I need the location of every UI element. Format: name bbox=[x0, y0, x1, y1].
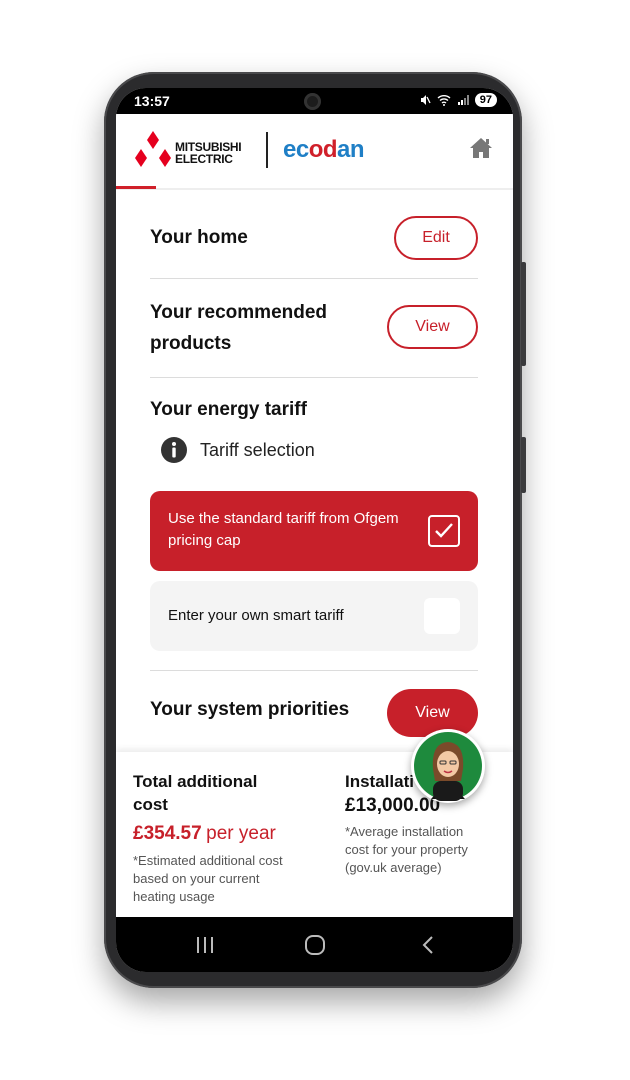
app-header: MITSUBISHI ELECTRIC ecodan bbox=[116, 114, 513, 190]
view-priorities-button[interactable]: View bbox=[387, 689, 478, 737]
products-title-line-1: Your recommended bbox=[150, 302, 328, 323]
smart-tariff-checkbox[interactable] bbox=[424, 598, 460, 634]
smart-tariff-label: Enter your own smart tariff bbox=[168, 607, 344, 624]
tariff-section-title: Your energy tariff bbox=[150, 399, 307, 420]
home-section-title: Your home bbox=[150, 227, 248, 248]
additional-cost-title-line-1: Total additional bbox=[133, 772, 258, 791]
installation-note-line-1: *Average installation bbox=[345, 824, 464, 839]
installation-note-line-3: (gov.uk average) bbox=[345, 860, 442, 875]
products-title-line-2: products bbox=[150, 333, 232, 354]
home-nav-icon[interactable] bbox=[304, 934, 326, 956]
view-products-button[interactable]: View bbox=[387, 305, 478, 349]
status-icons: 97 bbox=[419, 93, 497, 107]
additional-cost-price: £354.57 bbox=[133, 823, 202, 844]
volume-button bbox=[521, 262, 526, 366]
info-icon bbox=[161, 437, 187, 463]
smart-tariff-option[interactable]: Enter your own smart tariff bbox=[150, 581, 478, 651]
status-bar: 13:57 97 bbox=[116, 88, 513, 114]
navigation-bar bbox=[116, 917, 513, 972]
additional-cost-value: £354.57 per year bbox=[133, 820, 308, 849]
edit-home-button[interactable]: Edit bbox=[394, 216, 478, 260]
additional-cost-title-line-2: cost bbox=[133, 795, 168, 814]
tariff-selection-label: Tariff selection bbox=[200, 439, 315, 460]
standard-tariff-checkbox[interactable] bbox=[428, 515, 460, 547]
installation-cost-price: £13,000.00 bbox=[345, 795, 441, 816]
additional-cost-note-line-2: based on your current bbox=[133, 871, 260, 886]
assistant-avatar-icon bbox=[414, 732, 482, 801]
front-camera bbox=[304, 93, 321, 110]
priorities-section-title: Your system priorities bbox=[150, 699, 350, 720]
additional-cost-note: *Estimated additional cost based on your… bbox=[133, 852, 308, 906]
back-icon[interactable] bbox=[421, 935, 435, 955]
standard-tariff-line-2: pricing cap bbox=[168, 532, 241, 549]
battery-indicator: 97 bbox=[474, 93, 497, 107]
mitsubishi-electric-wordmark: MITSUBISHI ELECTRIC bbox=[175, 141, 242, 166]
home-section: Your home Edit bbox=[150, 188, 478, 278]
power-button bbox=[521, 437, 526, 493]
ecodan-logo: ecodan bbox=[283, 136, 365, 164]
products-section: Your recommended products View bbox=[150, 279, 478, 377]
additional-cost-title: Total additional cost bbox=[133, 770, 308, 816]
recent-apps-icon[interactable] bbox=[195, 936, 215, 954]
tariff-section: Your energy tariff Tariff selection Use … bbox=[150, 378, 478, 670]
installation-note-line-2: cost for your property bbox=[345, 842, 468, 857]
home-icon[interactable] bbox=[469, 137, 493, 159]
phone-screen: 13:57 97 MITSUBISHI ELECTRIC ecodan Your… bbox=[116, 88, 513, 972]
mitsubishi-logo-icon bbox=[135, 131, 171, 167]
signal-icon bbox=[457, 95, 469, 105]
additional-cost-note-line-1: *Estimated additional cost bbox=[133, 853, 283, 868]
additional-cost-period: per year bbox=[206, 823, 276, 844]
checkmark-icon bbox=[435, 523, 453, 538]
additional-cost-note-line-3: heating usage bbox=[133, 889, 215, 904]
standard-tariff-line-1: Use the standard tariff from Ofgem bbox=[168, 510, 399, 527]
ecodan-wordmark: ecodan bbox=[283, 136, 365, 163]
wifi-icon bbox=[437, 95, 451, 106]
mute-icon bbox=[420, 95, 431, 105]
additional-cost-block: Total additional cost £354.57 per year *… bbox=[133, 770, 308, 906]
products-section-title: Your recommended products bbox=[150, 297, 327, 359]
standard-tariff-label: Use the standard tariff from Ofgem prici… bbox=[168, 508, 399, 552]
brand-line-2: ELECTRIC bbox=[175, 152, 233, 166]
status-time: 13:57 bbox=[134, 93, 170, 109]
tariff-selection-info[interactable]: Tariff selection bbox=[160, 436, 315, 464]
standard-tariff-option[interactable]: Use the standard tariff from Ofgem prici… bbox=[150, 491, 478, 571]
logo-divider bbox=[266, 132, 268, 168]
assistant-avatar-button[interactable] bbox=[411, 729, 485, 803]
installation-cost-note: *Average installation cost for your prop… bbox=[345, 823, 505, 877]
